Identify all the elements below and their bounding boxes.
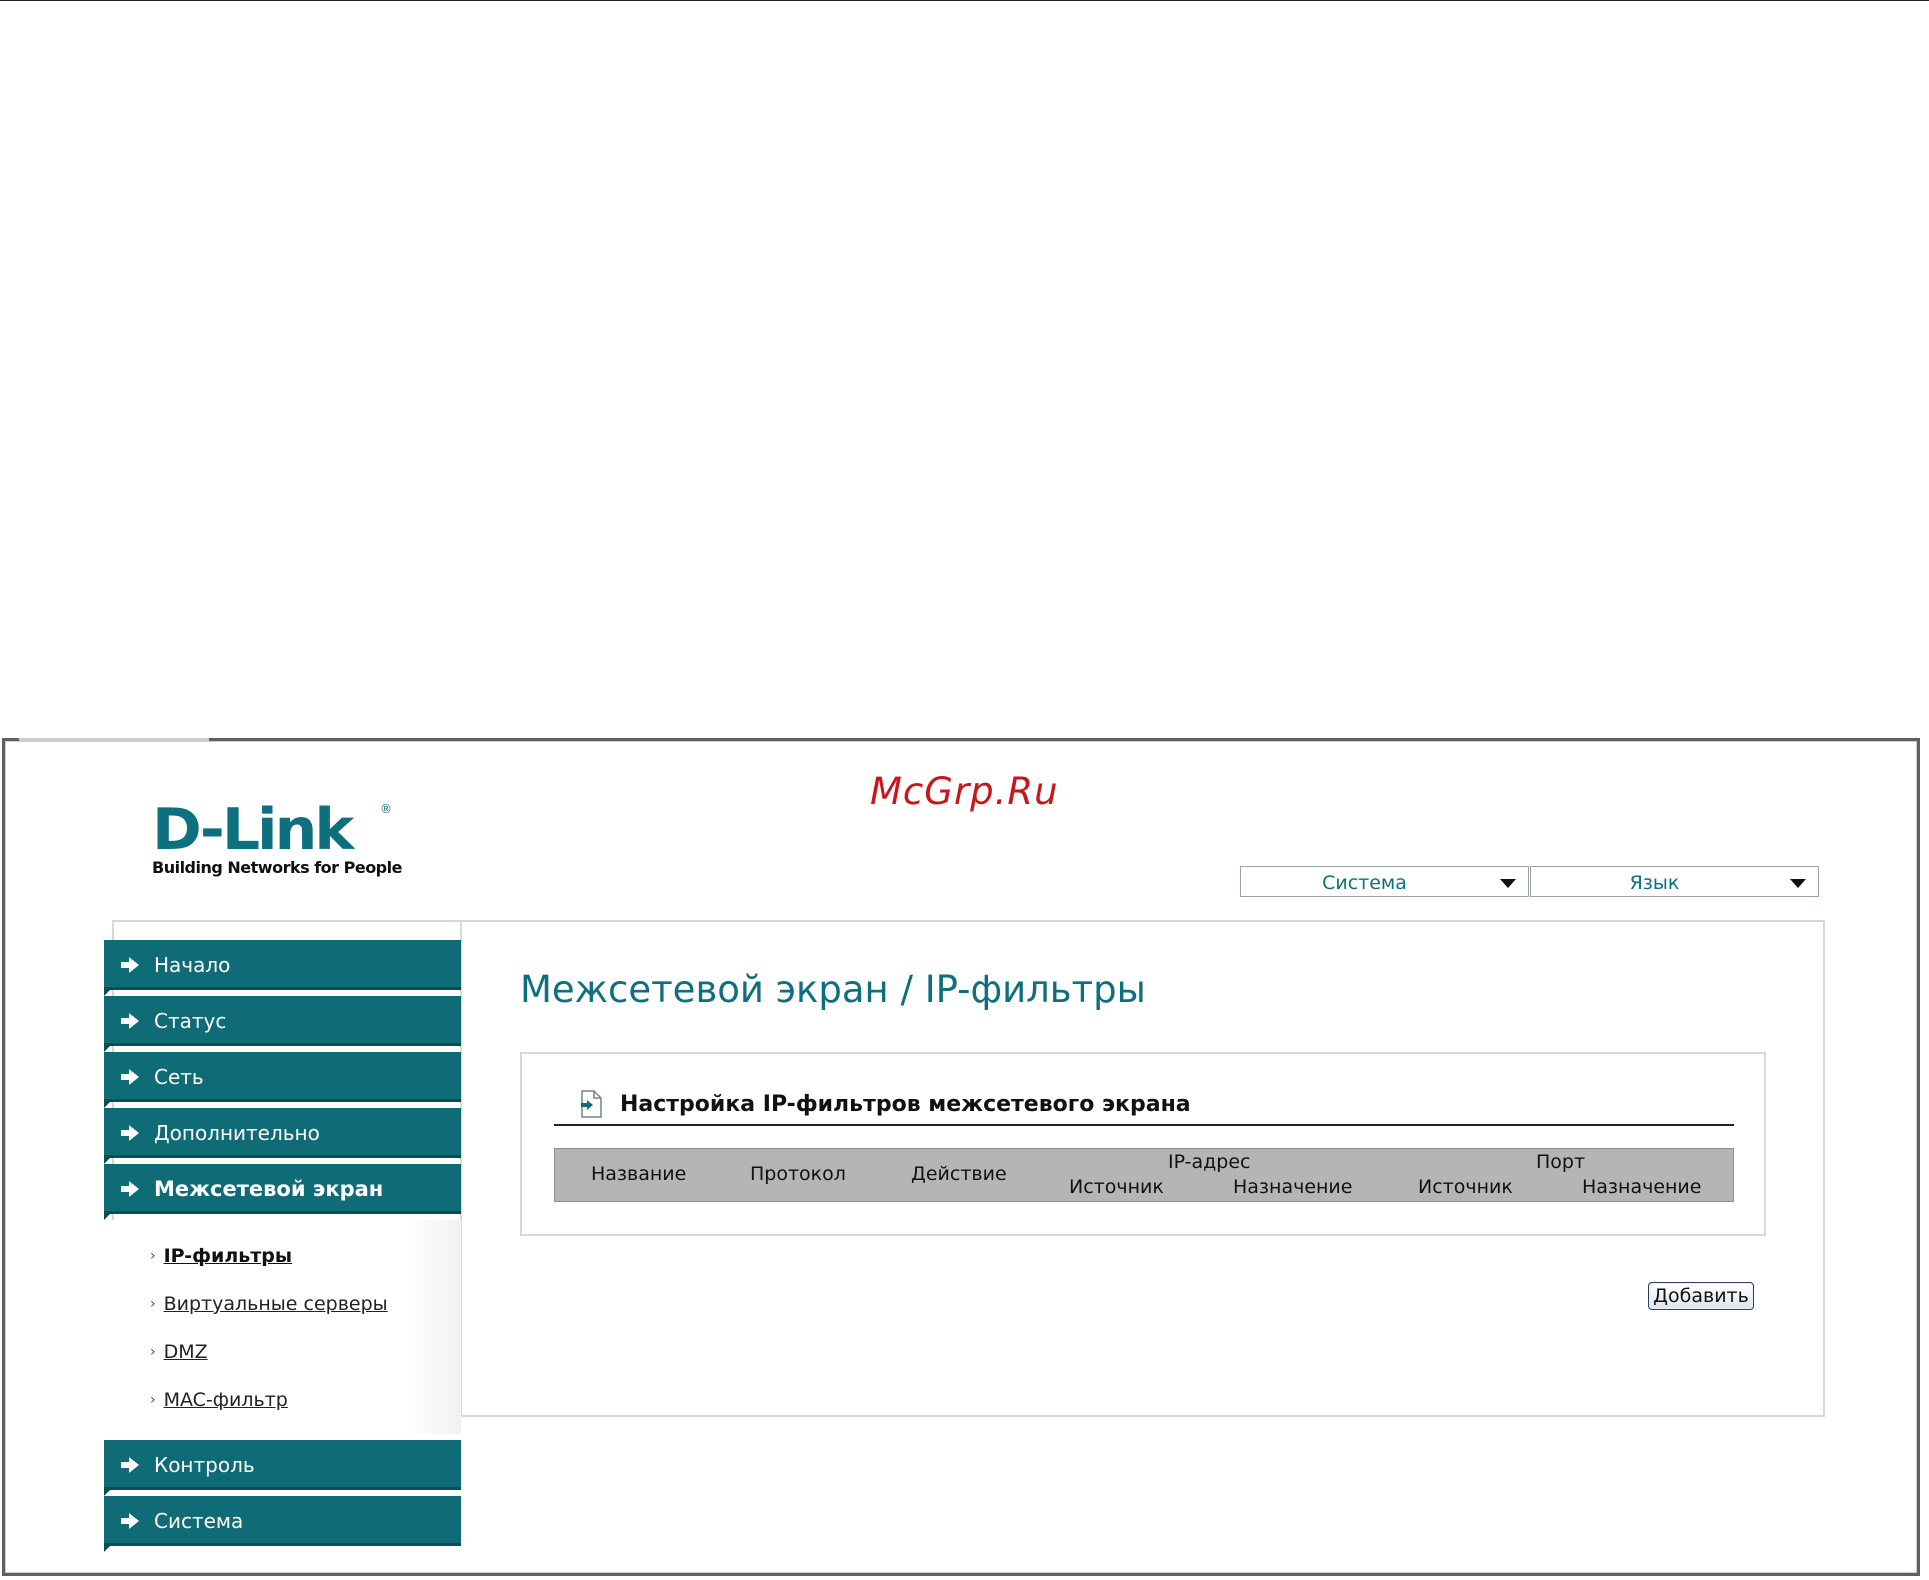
chevron-down-icon: [1500, 879, 1516, 888]
column-header-ip-address: IP-адрес: [1168, 1151, 1251, 1173]
system-menu-label: Система: [1322, 872, 1407, 894]
arrow-right-icon: [121, 1513, 139, 1529]
sidebar-item-label: Статус: [154, 1009, 227, 1033]
watermark: McGrp.Ru: [870, 770, 1059, 813]
chevron-down-icon: [1790, 879, 1806, 888]
arrow-right-icon: [121, 1013, 139, 1029]
arrow-right-icon: [121, 1457, 139, 1473]
column-header-port-source: Источник: [1418, 1176, 1513, 1198]
bullet-icon: ›: [150, 1392, 156, 1408]
subnav-item-label: Виртуальные серверы: [163, 1293, 388, 1315]
column-header-ip-destination: Назначение: [1233, 1176, 1353, 1198]
sidebar-item-status[interactable]: Статус: [104, 996, 461, 1052]
column-header-port-destination: Назначение: [1582, 1176, 1702, 1198]
table-header: Название Протокол Действие IP-адрес Исто…: [554, 1148, 1734, 1202]
sidebar-item-advanced[interactable]: Дополнительно: [104, 1108, 461, 1164]
sidebar-item-label: Сеть: [154, 1065, 204, 1089]
firewall-submenu: › IP-фильтры › Виртуальные серверы › DMZ…: [104, 1220, 461, 1434]
panel-divider: [554, 1124, 1734, 1126]
sidebar-item-firewall[interactable]: Межсетевой экран: [104, 1164, 461, 1220]
bullet-icon: ›: [150, 1296, 156, 1312]
column-header-protocol: Протокол: [750, 1163, 846, 1185]
bullet-icon: ›: [150, 1248, 156, 1264]
frame-tab: [19, 738, 209, 741]
bullet-icon: ›: [150, 1344, 156, 1360]
sidebar-item-label: Начало: [154, 953, 231, 977]
page-title: Межсетевой экран / IP-фильтры: [520, 968, 1146, 1011]
sidebar-item-label: Дополнительно: [154, 1121, 320, 1145]
subnav-item-dmz[interactable]: › DMZ: [104, 1328, 461, 1376]
sidebar-item-label: Контроль: [154, 1453, 255, 1477]
arrow-right-icon: [121, 957, 139, 973]
add-button[interactable]: Добавить: [1648, 1282, 1754, 1310]
top-rule: [0, 0, 1929, 1]
subnav-item-label: DMZ: [163, 1341, 208, 1363]
ip-filters-panel: Настройка IP-фильтров межсетевого экрана…: [520, 1052, 1766, 1236]
system-menu-dropdown[interactable]: Система: [1240, 866, 1529, 897]
column-header-name: Название: [591, 1163, 687, 1185]
sidebar: Начало Статус Сеть Дополнительно Межсете…: [104, 940, 461, 1552]
sidebar-item-control[interactable]: Контроль: [104, 1440, 461, 1496]
language-menu-label: Язык: [1629, 872, 1680, 894]
column-header-ip-source: Источник: [1069, 1176, 1164, 1198]
top-menu: Система Язык: [1240, 866, 1819, 897]
logo-registered: ®: [380, 802, 392, 816]
column-header-action: Действие: [911, 1163, 1007, 1185]
logo-brand: D-Link: [152, 796, 354, 864]
subnav-item-label: MAC-фильтр: [163, 1389, 288, 1411]
subnav-item-mac-filter[interactable]: › MAC-фильтр: [104, 1376, 461, 1424]
d-link-logo: D-Link ® Building Networks for People: [152, 796, 402, 878]
panel-header: Настройка IP-фильтров межсетевого экрана: [562, 1090, 1742, 1118]
panel-title: Настройка IP-фильтров межсетевого экрана: [620, 1091, 1191, 1117]
sidebar-item-system[interactable]: Система: [104, 1496, 461, 1552]
arrow-right-icon: [121, 1181, 139, 1197]
sidebar-item-label: Система: [154, 1509, 244, 1533]
language-menu-dropdown[interactable]: Язык: [1530, 866, 1819, 897]
arrow-right-icon: [121, 1125, 139, 1141]
sidebar-item-network[interactable]: Сеть: [104, 1052, 461, 1108]
arrow-right-icon: [121, 1069, 139, 1085]
subnav-item-ip-filters[interactable]: › IP-фильтры: [104, 1232, 461, 1280]
document-arrow-icon: [581, 1090, 602, 1118]
subnav-item-virtual-servers[interactable]: › Виртуальные серверы: [104, 1280, 461, 1328]
column-header-port: Порт: [1536, 1151, 1586, 1173]
sidebar-item-home[interactable]: Начало: [104, 940, 461, 996]
sidebar-item-label: Межсетевой экран: [154, 1177, 384, 1201]
subnav-item-label: IP-фильтры: [163, 1245, 293, 1267]
